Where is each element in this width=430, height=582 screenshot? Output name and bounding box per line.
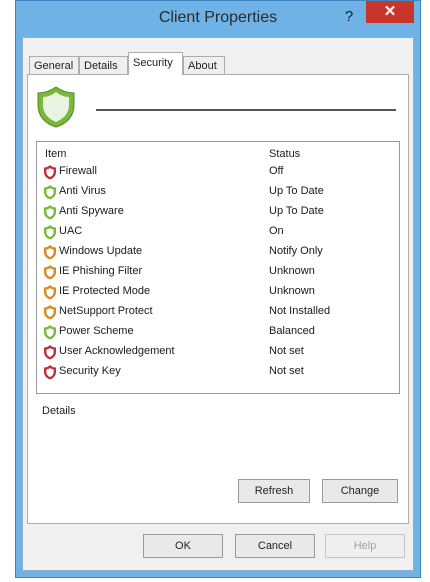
shield-orange-icon xyxy=(43,304,57,320)
help-title-button[interactable]: ? xyxy=(338,6,360,28)
shield-red-icon xyxy=(43,344,57,360)
help-button[interactable]: Help xyxy=(325,534,405,558)
shield-orange-icon xyxy=(43,284,57,300)
security-tab-panel: Item Status Firewall Off Anti Virus Up To D… xyxy=(27,74,409,524)
shield-green-icon xyxy=(36,85,76,129)
client-properties-window: Client Properties ? ✕ General Details Se… xyxy=(15,0,421,578)
shield-red-icon xyxy=(43,364,57,380)
list-item[interactable]: User Acknowledgement Not set xyxy=(43,344,393,360)
item-name: Anti Spyware xyxy=(59,205,124,217)
dialog-body: General Details Security About Item Stat… xyxy=(22,37,414,571)
tab-details[interactable]: Details xyxy=(79,56,128,74)
item-name: NetSupport Protect xyxy=(59,305,153,317)
shield-green-icon xyxy=(43,204,57,220)
list-item[interactable]: Security Key Not set xyxy=(43,364,393,380)
tab-security[interactable]: Security xyxy=(128,52,183,75)
item-status: Unknown xyxy=(269,265,315,277)
close-button[interactable]: ✕ xyxy=(366,1,414,23)
column-header-status[interactable]: Status xyxy=(269,148,300,160)
shield-orange-icon xyxy=(43,244,57,260)
tab-about[interactable]: About xyxy=(183,56,225,74)
item-status: Not set xyxy=(269,365,304,377)
shield-green-icon xyxy=(43,224,57,240)
list-item[interactable]: Firewall Off xyxy=(43,164,393,180)
item-status: Not Installed xyxy=(269,305,331,317)
list-item[interactable]: UAC On xyxy=(43,224,393,240)
list-item[interactable]: Power Scheme Balanced xyxy=(43,324,393,340)
refresh-button[interactable]: Refresh xyxy=(238,479,310,503)
item-status: Unknown xyxy=(269,285,315,297)
item-name: IE Phishing Filter xyxy=(59,265,143,277)
item-name: Firewall xyxy=(59,165,97,177)
item-status: Up To Date xyxy=(269,205,324,217)
cancel-button[interactable]: Cancel xyxy=(235,534,315,558)
list-item[interactable]: Windows Update Notify Only xyxy=(43,244,393,260)
item-name: Windows Update xyxy=(59,245,143,257)
security-items-list[interactable]: Item Status Firewall Off Anti Virus Up To D… xyxy=(36,141,400,394)
item-name: Anti Virus xyxy=(59,185,106,197)
title-bar[interactable]: Client Properties ? ✕ xyxy=(16,1,420,37)
item-status: Up To Date xyxy=(269,185,324,197)
shield-red-icon xyxy=(43,164,57,180)
list-item[interactable]: IE Protected Mode Unknown xyxy=(43,284,393,300)
item-name: Security Key xyxy=(59,365,121,377)
item-status: On xyxy=(269,225,284,237)
item-name: IE Protected Mode xyxy=(59,285,151,297)
list-item[interactable]: NetSupport Protect Not Installed xyxy=(43,304,393,320)
list-item[interactable]: IE Phishing Filter Unknown xyxy=(43,264,393,280)
change-button[interactable]: Change xyxy=(322,479,398,503)
shield-orange-icon xyxy=(43,264,57,280)
tab-general[interactable]: General xyxy=(29,56,79,74)
item-status: Notify Only xyxy=(269,245,323,257)
item-name: User Acknowledgement xyxy=(59,345,175,357)
item-name: Power Scheme xyxy=(59,325,134,337)
details-label: Details xyxy=(42,405,76,417)
column-header-item[interactable]: Item xyxy=(45,148,66,160)
item-status: Balanced xyxy=(269,325,315,337)
list-item[interactable]: Anti Virus Up To Date xyxy=(43,184,393,200)
item-status: Not set xyxy=(269,345,304,357)
list-item[interactable]: Anti Spyware Up To Date xyxy=(43,204,393,220)
header-divider xyxy=(96,109,396,111)
shield-green-icon xyxy=(43,324,57,340)
shield-green-icon xyxy=(43,184,57,200)
item-status: Off xyxy=(269,165,284,177)
item-name: UAC xyxy=(59,225,83,237)
ok-button[interactable]: OK xyxy=(143,534,223,558)
